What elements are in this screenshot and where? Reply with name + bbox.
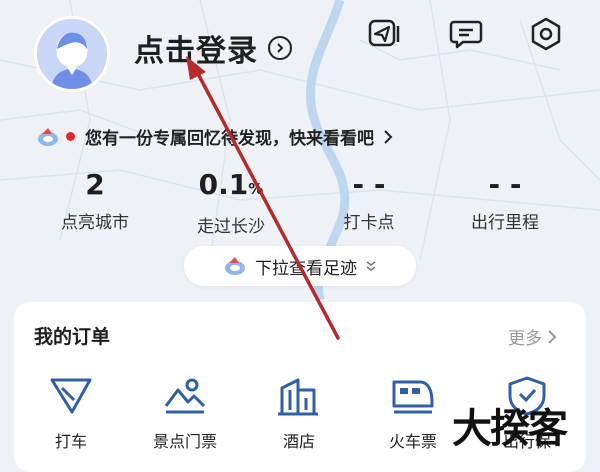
annotation-arrow bbox=[186, 56, 340, 340]
watermark-text: 大揆客 bbox=[452, 406, 568, 452]
